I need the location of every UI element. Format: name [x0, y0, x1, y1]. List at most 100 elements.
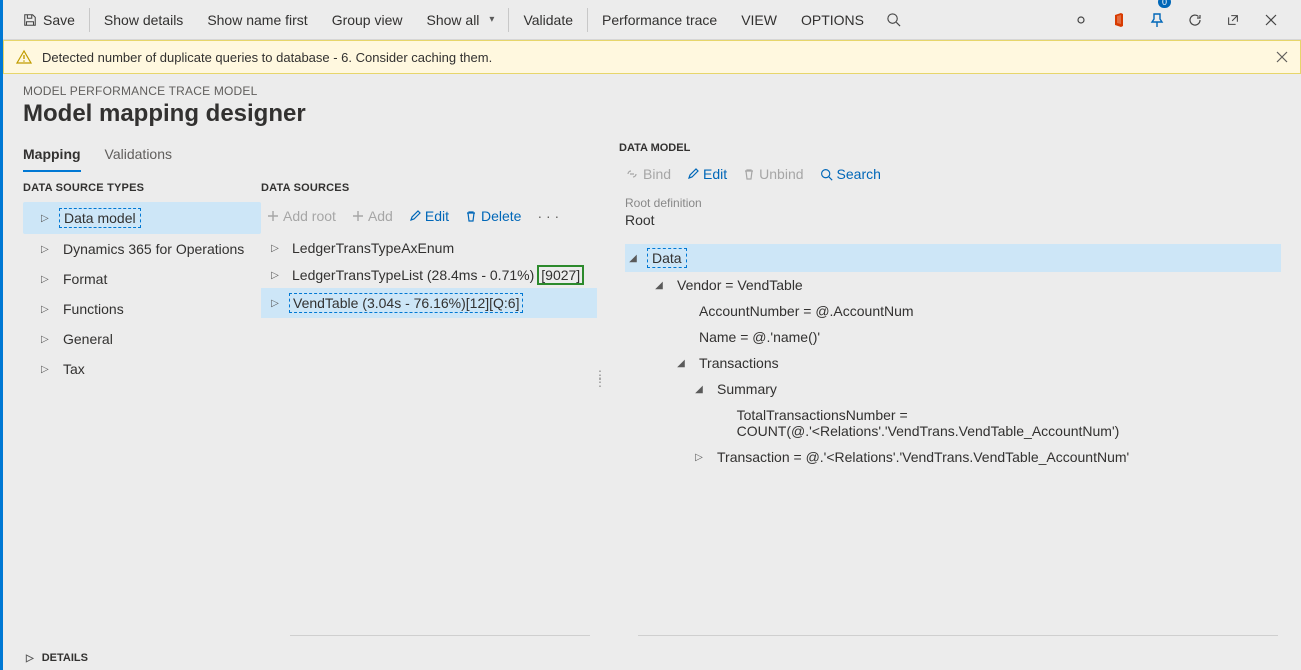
caret-icon: ▷ [41, 244, 51, 255]
dm-search-button[interactable]: Search [820, 166, 881, 182]
bind-button[interactable]: Bind [625, 166, 671, 182]
options-button[interactable]: OPTIONS [789, 0, 876, 40]
root-definition-value: Root [625, 212, 1281, 232]
attach-button[interactable] [1063, 0, 1099, 40]
right-icons: 0 [1063, 0, 1293, 40]
caret-down-icon: ◢ [675, 358, 687, 369]
add-button[interactable]: Add [346, 204, 399, 228]
validate-button[interactable]: Validate [511, 0, 585, 40]
popout-icon [1226, 13, 1240, 27]
search-icon [820, 168, 833, 181]
plus-icon [267, 210, 279, 222]
source-type-d365[interactable]: ▷ Dynamics 365 for Operations [23, 234, 261, 264]
source-type-data-model[interactable]: ▷ Data model [23, 202, 261, 234]
dm-transactions[interactable]: ◢ Transactions [625, 350, 1281, 376]
trash-icon [743, 168, 755, 180]
warning-close[interactable] [1276, 51, 1288, 63]
caret-icon: ▷ [269, 243, 281, 254]
plus-icon [352, 210, 364, 222]
link-icon [625, 168, 639, 180]
badge: 0 [1158, 0, 1171, 8]
tab-validations[interactable]: Validations [105, 142, 172, 172]
show-all-button[interactable]: Show all ▾ [415, 0, 507, 40]
caret-down-icon: ◢ [693, 384, 705, 395]
show-name-first-button[interactable]: Show name first [195, 0, 319, 40]
notifications-button[interactable]: 0 [1139, 0, 1175, 40]
divider [508, 8, 509, 32]
view-button[interactable]: VIEW [729, 0, 789, 40]
save-label: Save [43, 12, 75, 28]
caret-icon: ▷ [41, 274, 51, 285]
trash-icon [465, 210, 477, 222]
source-type-general[interactable]: ▷ General [23, 324, 261, 354]
dm-edit-button[interactable]: Edit [687, 166, 727, 182]
details-toggle[interactable]: ▷ DETAILS [26, 652, 88, 664]
add-root-button[interactable]: Add root [261, 204, 342, 228]
dm-account[interactable]: AccountNumber = @.AccountNum [625, 298, 1281, 324]
link-icon [1073, 12, 1089, 28]
divider [587, 8, 588, 32]
source-type-tax[interactable]: ▷ Tax [23, 354, 261, 384]
performance-trace-button[interactable]: Performance trace [590, 0, 729, 40]
tabs: Mapping Validations [23, 142, 261, 172]
data-model-toolbar: Bind Edit Unbind Search [619, 164, 1281, 192]
column-resize-handle[interactable]: ⋮⋮ [594, 372, 607, 386]
office-icon [1112, 12, 1126, 28]
pencil-icon [409, 210, 421, 222]
source-type-format[interactable]: ▷ Format [23, 264, 261, 294]
more-button[interactable]: · · · [531, 204, 565, 228]
dm-vendor[interactable]: ◢ Vendor = VendTable [625, 272, 1281, 298]
source-type-label: Data model [59, 208, 141, 228]
breadcrumb: MODEL PERFORMANCE TRACE MODEL [23, 84, 1281, 98]
mid-section-header: DATA SOURCES [261, 182, 597, 194]
dm-name[interactable]: Name = @.'name()' [625, 324, 1281, 350]
unbind-button[interactable]: Unbind [743, 166, 803, 182]
root-definition-label: Root definition [625, 196, 1281, 210]
page-title: Model mapping designer [23, 100, 1281, 128]
command-bar: Save Show details Show name first Group … [3, 0, 1301, 40]
search-button[interactable] [876, 0, 912, 40]
office-button[interactable] [1101, 0, 1137, 40]
refresh-button[interactable] [1177, 0, 1213, 40]
group-view-button[interactable]: Group view [320, 0, 415, 40]
separator [290, 635, 590, 636]
popout-button[interactable] [1215, 0, 1251, 40]
pencil-icon [687, 168, 699, 180]
dm-summary[interactable]: ◢ Summary [625, 376, 1281, 402]
dm-transaction[interactable]: ▷ Transaction = @.'<Relations'.'VendTran… [625, 444, 1281, 470]
close-icon [1276, 51, 1288, 63]
middle-column: DATA SOURCES Add root Add Edit Delete [261, 142, 597, 662]
separator [638, 635, 1278, 636]
chevron-down-icon: ▾ [489, 14, 494, 25]
right-column: DATA MODEL Bind Edit Unbind Search [619, 142, 1281, 662]
source-type-functions[interactable]: ▷ Functions [23, 294, 261, 324]
ds-ledger-enum[interactable]: ▷ LedgerTransTypeAxEnum [261, 234, 597, 262]
divider [89, 8, 90, 32]
warning-banner: Detected number of duplicate queries to … [3, 40, 1301, 74]
delete-button[interactable]: Delete [459, 204, 527, 228]
edit-button[interactable]: Edit [403, 204, 455, 228]
tab-mapping[interactable]: Mapping [23, 142, 81, 172]
ds-vendtable[interactable]: ▷ VendTable (3.04s - 76.16%)[12][Q:6] [261, 288, 597, 318]
left-column: Mapping Validations DATA SOURCE TYPES ▷ … [23, 142, 261, 662]
data-model-tree: ◢ Data ◢ Vendor = VendTable AccountNumbe… [619, 244, 1281, 470]
caret-down-icon: ◢ [627, 253, 639, 264]
caret-icon: ▷ [41, 304, 51, 315]
caret-down-icon: ◢ [653, 280, 665, 291]
close-button[interactable] [1253, 0, 1289, 40]
caret-icon: ▷ [693, 452, 705, 463]
page-header: MODEL PERFORMANCE TRACE MODEL Model mapp… [3, 74, 1301, 662]
caret-icon: ▷ [41, 334, 51, 345]
pin-icon [1150, 12, 1164, 28]
save-button[interactable]: Save [11, 0, 87, 40]
details-label: DETAILS [42, 652, 88, 664]
show-details-button[interactable]: Show details [92, 0, 195, 40]
caret-icon: ▷ [269, 298, 281, 309]
dm-data[interactable]: ◢ Data [625, 244, 1281, 272]
ds-ledger-list-label: LedgerTransTypeList (28.4ms - 0.71%)[902… [289, 267, 584, 283]
caret-icon: ▷ [41, 364, 51, 375]
ds-ledger-list[interactable]: ▷ LedgerTransTypeList (28.4ms - 0.71%)[9… [261, 262, 597, 288]
data-sources-toolbar: Add root Add Edit Delete · · · [261, 202, 597, 234]
dm-total[interactable]: TotalTransactionsNumber = COUNT(@.'<Rela… [625, 402, 1281, 444]
left-section-header: DATA SOURCE TYPES [23, 182, 261, 194]
